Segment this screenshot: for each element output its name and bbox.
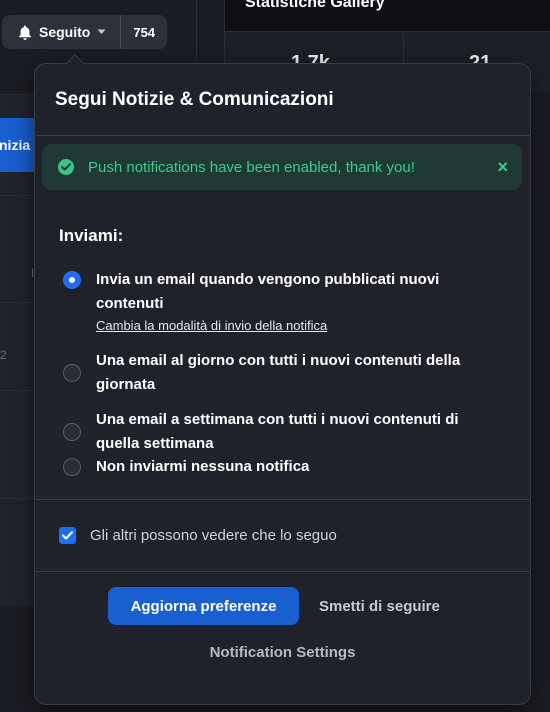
option-daily[interactable]: Una email al giorno con tutti i nuovi co…	[63, 349, 476, 397]
option-on-publish[interactable]: Invia un email quando vengono pubblicati…	[63, 268, 476, 336]
checkmark-icon	[62, 531, 73, 540]
popover-actions: Aggiorna preferenze Smetti di seguire No…	[35, 572, 530, 682]
popover-header: Segui Notizie & Comunicazioni	[35, 64, 530, 136]
visibility-setting: Gli altri possono vedere che lo seguo	[35, 500, 530, 572]
followers-count: 754	[120, 15, 167, 49]
follow-settings-popover: Segui Notizie & Comunicazioni Push notif…	[34, 63, 531, 705]
option-weekly[interactable]: Una email a settimana con tutti i nuovi …	[63, 408, 476, 456]
option-none[interactable]: Non inviarmi nessuna notifica	[63, 455, 476, 479]
update-preferences-button[interactable]: Aggiorna preferenze	[108, 587, 299, 625]
radio-button[interactable]	[63, 364, 81, 382]
background-fragment: 2	[0, 348, 7, 362]
follow-button-group: Seguito 754	[2, 15, 168, 49]
radio-button[interactable]	[63, 271, 81, 289]
gallery-stats-title: Statistiche Gallery	[245, 0, 385, 11]
popover-title: Segui Notizie & Comunicazioni	[55, 88, 334, 110]
option-label: Una email a settimana con tutti i nuovi …	[96, 411, 459, 452]
check-circle-icon	[58, 159, 74, 175]
unfollow-button[interactable]: Smetti di seguire	[319, 587, 440, 625]
success-alert: Push notifications have been enabled, th…	[42, 144, 522, 190]
background-active-tab[interactable]: nizia	[0, 118, 36, 172]
background-divider	[196, 0, 197, 60]
bell-icon	[18, 25, 32, 40]
following-label: Seguito	[39, 24, 91, 40]
change-delivery-link[interactable]: Cambia la modalità di invio della notifi…	[96, 316, 476, 336]
alert-message: Push notifications have been enabled, th…	[88, 158, 415, 176]
notification-settings-link[interactable]: Notification Settings	[35, 644, 530, 661]
radio-button[interactable]	[63, 423, 81, 441]
send-options-section: Inviami: Invia un email quando vengono p…	[35, 190, 530, 500]
chevron-down-icon	[97, 29, 106, 35]
close-icon[interactable]: ×	[497, 158, 508, 176]
option-label: Non inviarmi nessuna notifica	[96, 458, 310, 475]
radio-button[interactable]	[63, 458, 81, 476]
send-label: Inviami:	[59, 226, 124, 245]
option-label: Una email al giorno con tutti i nuovi co…	[96, 352, 461, 393]
visibility-checkbox[interactable]	[59, 527, 76, 544]
visibility-label: Gli altri possono vedere che lo seguo	[90, 527, 337, 544]
option-label: Invia un email quando vengono pubblicati…	[96, 271, 440, 312]
following-dropdown-button[interactable]: Seguito	[2, 15, 120, 49]
